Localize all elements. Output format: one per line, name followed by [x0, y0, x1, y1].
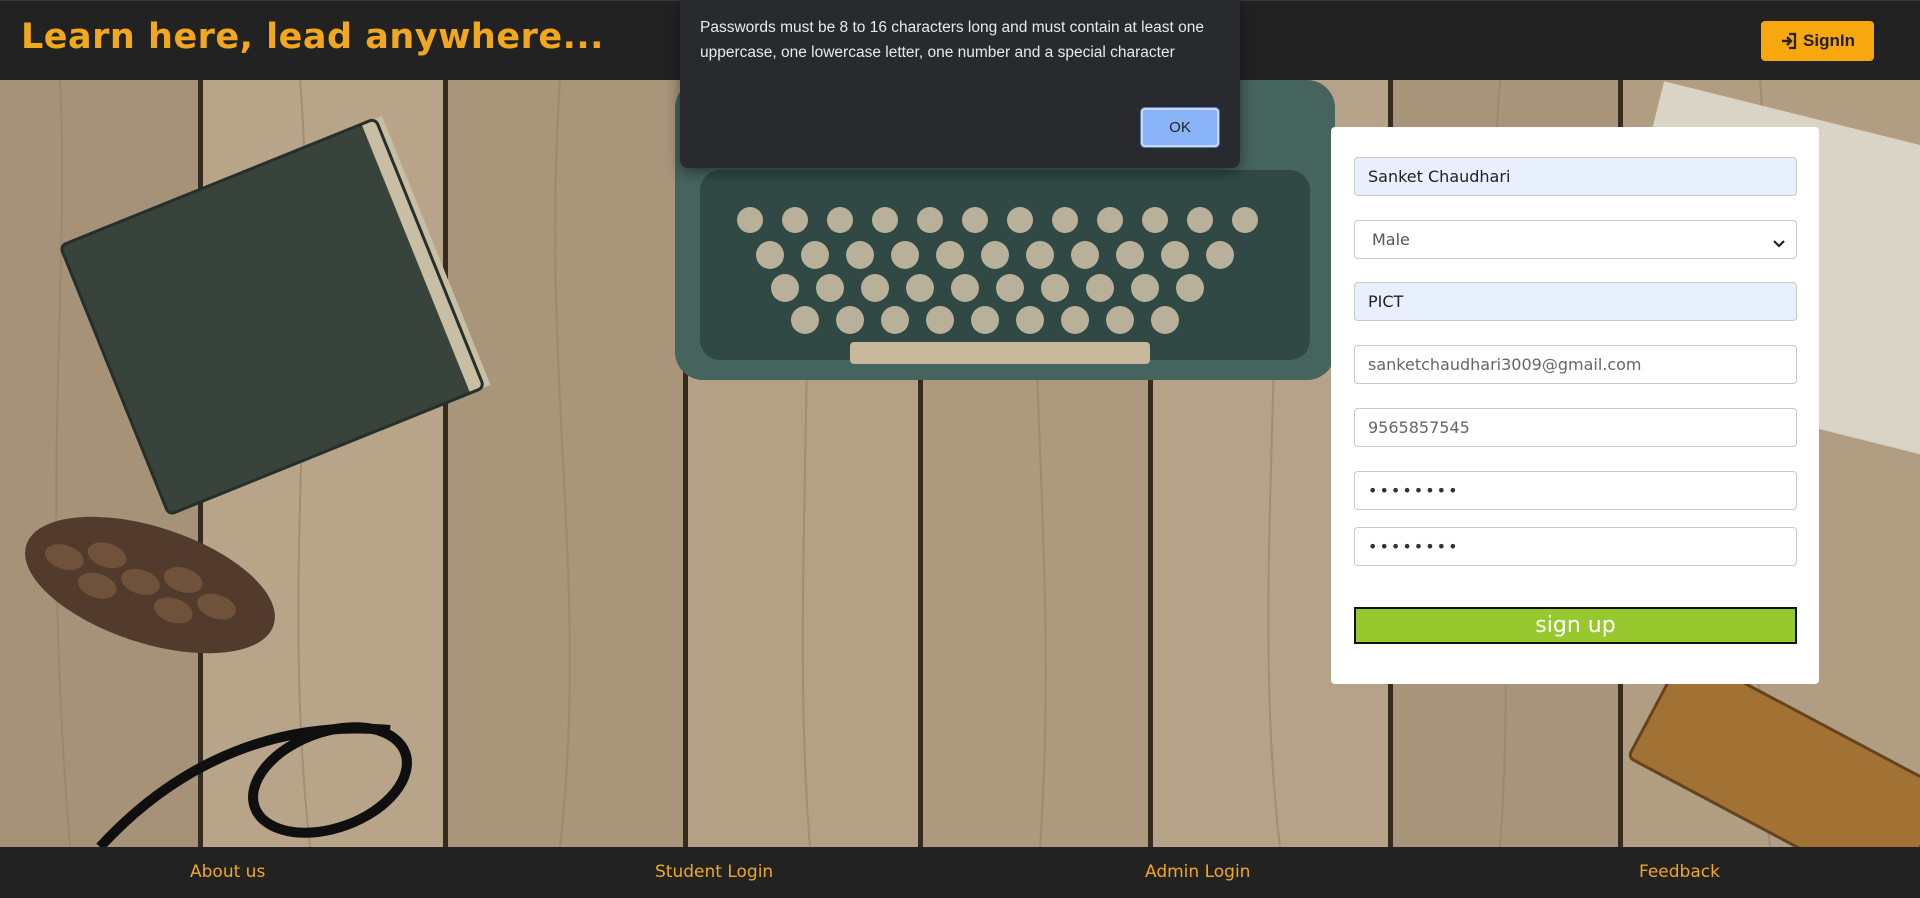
phone-field[interactable]: [1354, 408, 1797, 447]
signin-label: SignIn: [1803, 31, 1855, 50]
brand-title: Learn here, lead anywhere...: [21, 17, 604, 57]
gender-select[interactable]: Male: [1354, 220, 1797, 259]
page: Learn here, lead anywhere... SignIn Male: [0, 0, 1920, 898]
footer-link-feedback[interactable]: Feedback: [1639, 862, 1720, 882]
name-field[interactable]: [1354, 157, 1797, 196]
chevron-down-icon: [1772, 234, 1786, 253]
alert-dialog: Passwords must be 8 to 16 characters lon…: [680, 0, 1240, 168]
signin-button[interactable]: SignIn: [1761, 21, 1874, 61]
confirm-password-field[interactable]: [1354, 527, 1797, 566]
footer-link-admin-login[interactable]: Admin Login: [1145, 862, 1250, 882]
email-field[interactable]: [1354, 345, 1797, 384]
footer-bar: About us Student Login Admin Login Feedb…: [0, 847, 1920, 898]
signup-form-card: Male sign up: [1331, 127, 1819, 684]
sign-in-icon: [1780, 32, 1798, 50]
alert-message: Passwords must be 8 to 16 characters lon…: [700, 19, 1205, 61]
ok-button[interactable]: OK: [1141, 108, 1219, 147]
password-field[interactable]: [1354, 471, 1797, 510]
college-field[interactable]: [1354, 282, 1797, 321]
signup-button[interactable]: sign up: [1354, 607, 1797, 644]
footer-link-about-us[interactable]: About us: [190, 862, 265, 882]
footer-link-student-login[interactable]: Student Login: [655, 862, 773, 882]
gender-selected-value: Male: [1372, 230, 1410, 249]
